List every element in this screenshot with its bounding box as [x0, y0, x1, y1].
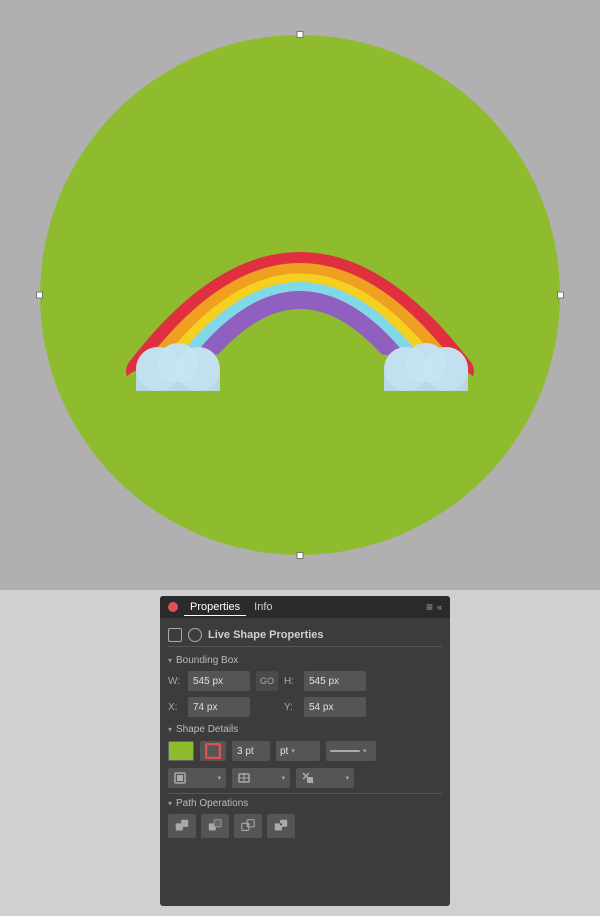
align-arrow-2: ▾ [281, 774, 285, 782]
stroke-dash-arrow: ▾ [363, 747, 367, 755]
link-label: GO [260, 676, 274, 686]
align-arrow-1: ▾ [217, 774, 221, 782]
panel-menu-icon[interactable]: ≡ [426, 600, 433, 614]
artwork-container [40, 35, 560, 555]
canvas-area [0, 0, 600, 590]
align-dropdown-1[interactable]: ▾ [168, 768, 226, 788]
shape-details-section: ▾ Shape Details [168, 720, 442, 737]
stroke-color-row: pt ▾ ▾ [168, 737, 442, 765]
tab-info[interactable]: Info [248, 599, 278, 615]
stroke-icon[interactable] [200, 741, 226, 761]
handle-bottom-center[interactable] [297, 552, 304, 559]
link-proportions-button[interactable]: GO [256, 671, 278, 691]
panel-tabs: Properties Info [184, 599, 426, 616]
x-input[interactable] [188, 697, 250, 717]
path-intersect-button[interactable] [234, 814, 262, 838]
properties-panel: Properties Info ≡ « Live Shape Propertie… [160, 596, 450, 906]
handle-top-center[interactable] [297, 31, 304, 38]
stroke-style-dropdown[interactable]: ▾ [326, 741, 376, 761]
wh-row: W: GO H: [168, 668, 442, 694]
h-label: H: [284, 676, 298, 687]
bounding-box-section: ▾ Bounding Box [168, 651, 442, 668]
align-arrow-3: ▾ [345, 774, 349, 782]
stroke-size-input[interactable] [232, 741, 270, 761]
x-label: X: [168, 702, 182, 713]
align-row: ▾ ▾ ▾ [168, 765, 442, 791]
shape-details-arrow: ▾ [168, 725, 172, 734]
panel-close-button[interactable] [168, 602, 178, 612]
y-input[interactable] [304, 697, 366, 717]
path-ops-label: Path Operations [176, 798, 248, 809]
h-input[interactable] [304, 671, 366, 691]
rainbow-artwork [110, 141, 490, 421]
shape-details-label: Shape Details [176, 724, 238, 735]
panel-body: Live Shape Properties ▾ Bounding Box W: … [160, 618, 450, 846]
w-input[interactable] [188, 671, 250, 691]
shape-icon-circle [188, 628, 202, 642]
w-label: W: [168, 676, 182, 687]
path-ops-row [168, 812, 442, 840]
path-ops-arrow: ▾ [168, 799, 172, 808]
align-dropdown-3[interactable]: ▾ [296, 768, 354, 788]
panel-collapse-button[interactable]: « [437, 602, 442, 612]
path-unite-button[interactable] [168, 814, 196, 838]
stroke-unit-arrow: ▾ [291, 747, 295, 755]
path-operations-section: ▾ Path Operations [168, 793, 442, 812]
y-label: Y: [284, 702, 298, 713]
panel-titlebar: Properties Info ≡ « [160, 596, 450, 618]
tab-properties[interactable]: Properties [184, 599, 246, 616]
bounding-box-label: Bounding Box [176, 655, 238, 666]
live-shape-label: Live Shape Properties [208, 629, 324, 641]
shape-icon-square [168, 628, 182, 642]
handle-right-middle[interactable] [557, 292, 564, 299]
path-minus-front-button[interactable] [201, 814, 229, 838]
handle-left-middle[interactable] [36, 292, 43, 299]
stroke-unit-dropdown[interactable]: pt ▾ [276, 741, 320, 761]
fill-color-swatch[interactable] [168, 741, 194, 761]
path-exclude-button[interactable] [267, 814, 295, 838]
align-dropdown-2[interactable]: ▾ [232, 768, 290, 788]
live-shape-header: Live Shape Properties [168, 624, 442, 647]
xy-row: X: Y: [168, 694, 442, 720]
bounding-box-arrow: ▾ [168, 656, 172, 665]
